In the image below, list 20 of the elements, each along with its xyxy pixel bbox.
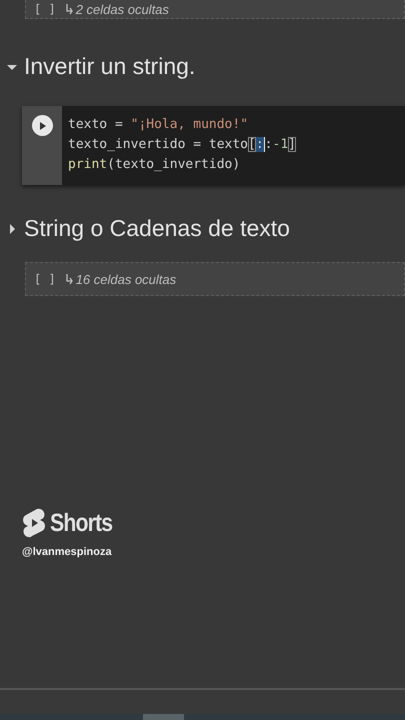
run-button[interactable] — [32, 115, 52, 136]
code-editor[interactable]: texto = "¡Hola, mundo!" texto_invertido = texto[::-1] print(texto_invertido) — [62, 106, 405, 185]
scroll-thumb[interactable] — [143, 714, 184, 720]
cell-brackets: [ ] — [34, 2, 56, 16]
hidden-cells-bar[interactable]: [ ] 16 celdas ocultas — [25, 262, 405, 296]
play-icon — [38, 120, 46, 130]
shorts-logo-icon — [22, 508, 46, 538]
section-heading: String o Cadenas de texto — [24, 215, 290, 242]
cell-brackets: [ ] — [34, 272, 56, 286]
shorts-logo-text: Shorts — [50, 508, 112, 538]
hidden-cells-label: 2 celdas ocultas — [76, 2, 169, 16]
section-heading: Invertir un string. — [24, 53, 196, 80]
code-line: texto = "¡Hola, mundo!" — [68, 116, 250, 133]
hidden-cells-label: 16 celdas ocultas — [76, 272, 176, 286]
collapsed-arrow-icon — [64, 3, 74, 15]
hidden-cells-bar[interactable]: [ ] 2 celdas ocultas — [25, 0, 405, 19]
code-line: texto_invertido = texto[::-1] — [68, 136, 297, 153]
collapsed-arrow-icon — [64, 273, 74, 285]
code-line: print(texto_invertido) — [68, 156, 242, 173]
channel-handle[interactable]: @lvanmespinoza — [22, 546, 124, 558]
